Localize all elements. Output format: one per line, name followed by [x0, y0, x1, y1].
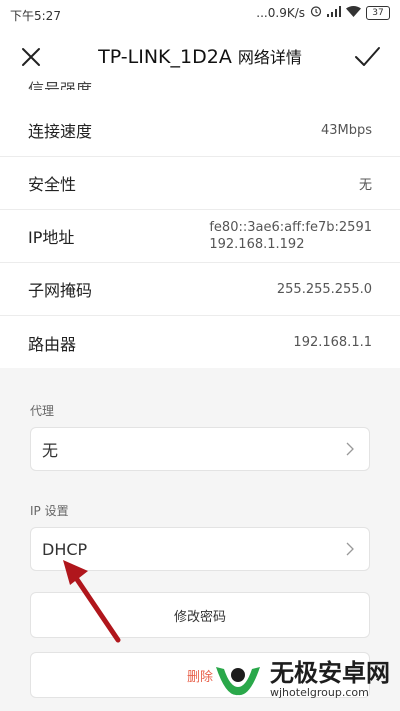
page-subtitle: 网络详情: [237, 48, 302, 67]
proxy-section-label: 代理: [30, 404, 55, 418]
detail-label: 子网掩码: [28, 281, 93, 300]
chevron-right-icon: [346, 542, 354, 556]
battery-icon: 37: [366, 5, 390, 20]
detail-row-speed: 连接速度 43Mbps: [0, 104, 400, 157]
detail-label: 连接速度: [28, 122, 93, 141]
network-detail-list: 连接速度 43Mbps 安全性 无 IP地址 fe80::3ae6:aff:fe…: [0, 104, 400, 369]
change-password-button[interactable]: 修改密码: [30, 592, 370, 638]
alarm-icon: [310, 5, 322, 20]
detail-label: 安全性: [28, 175, 77, 194]
detail-value: 192.168.1.1: [293, 335, 372, 350]
network-name: TP-LINK_1D2A: [98, 46, 232, 68]
watermark-logo-icon: [216, 667, 260, 696]
status-indicators: ...0.9K/s 37: [256, 5, 390, 20]
signal-icon: [327, 5, 341, 20]
chevron-right-icon: [346, 442, 354, 456]
signal-strength-label-partial: 信号强度: [28, 80, 93, 90]
detail-row-ip-address: IP地址 fe80::3ae6:aff:fe7b:2591 192.168.1.…: [0, 210, 400, 263]
ipv4-address: 192.168.1.192: [209, 237, 305, 252]
status-bar: 下午5:27 ...0.9K/s 37: [0, 0, 400, 30]
watermark-name: 无极安卓网: [270, 658, 390, 687]
watermark: 无极安卓网 wjhotelgroup.com: [212, 657, 390, 701]
watermark-url: wjhotelgroup.com: [270, 685, 369, 699]
confirm-button[interactable]: [352, 42, 382, 72]
detail-label: 路由器: [28, 334, 77, 354]
detail-value: 无: [358, 177, 372, 193]
ipv6-address: fe80::3ae6:aff:fe7b:2591: [209, 220, 372, 235]
detail-value: fe80::3ae6:aff:fe7b:2591 192.168.1.192: [209, 219, 372, 253]
check-icon: [355, 47, 380, 66]
proxy-value: 无: [42, 441, 59, 460]
ip-settings-select[interactable]: DHCP: [30, 527, 370, 571]
network-speed: ...0.9K/s: [256, 5, 305, 20]
status-time: 下午5:27: [10, 9, 61, 23]
ip-settings-value: DHCP: [42, 539, 88, 559]
detail-row-router: 路由器 192.168.1.1: [0, 316, 400, 369]
ip-settings-section-label: IP 设置: [30, 504, 69, 518]
detail-value: 43Mbps: [320, 122, 372, 138]
detail-value: 255.255.255.0: [276, 281, 372, 297]
proxy-select[interactable]: 无: [30, 427, 370, 471]
wifi-icon: [346, 5, 361, 20]
detail-label: IP地址: [28, 228, 75, 247]
detail-row-subnet-mask: 子网掩码 255.255.255.0: [0, 263, 400, 316]
detail-row-security: 安全性 无: [0, 157, 400, 210]
watermark-text: 无极安卓网 wjhotelgroup.com: [270, 660, 390, 699]
page-title: TP-LINK_1D2A 网络详情: [0, 44, 400, 68]
